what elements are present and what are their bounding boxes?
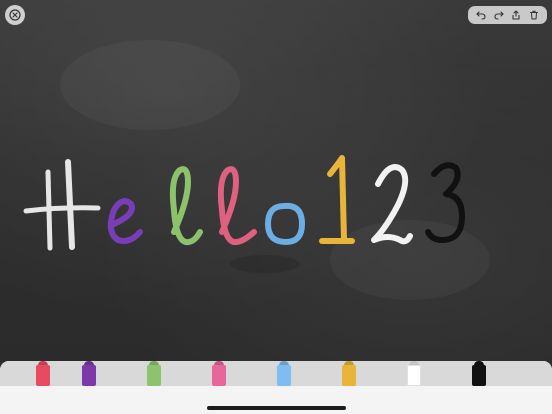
chalk-green[interactable] bbox=[147, 361, 161, 386]
share-icon bbox=[512, 10, 520, 20]
chalk-body bbox=[277, 365, 291, 386]
chalk-body bbox=[36, 365, 50, 386]
char-o bbox=[265, 202, 305, 245]
trash-icon bbox=[530, 10, 539, 20]
handwritten-drawing bbox=[23, 155, 465, 251]
char-H bbox=[23, 159, 101, 251]
chalk-yellow[interactable] bbox=[342, 361, 356, 386]
chalk-body bbox=[342, 365, 356, 386]
chalk-body bbox=[472, 365, 486, 386]
chalk-blue[interactable] bbox=[277, 361, 291, 386]
chalk-body bbox=[82, 365, 96, 386]
char-e bbox=[107, 198, 143, 244]
char-1 bbox=[319, 155, 355, 244]
chalk-black[interactable] bbox=[472, 361, 486, 386]
home-indicator[interactable] bbox=[207, 406, 346, 410]
char-l bbox=[217, 166, 257, 246]
chalk-body bbox=[147, 365, 161, 386]
undo-button[interactable] bbox=[474, 8, 488, 22]
char-2 bbox=[371, 164, 413, 245]
char-l bbox=[169, 166, 203, 246]
close-button[interactable] bbox=[5, 5, 25, 25]
chalk-white[interactable] bbox=[407, 361, 421, 386]
chalk-body bbox=[212, 365, 226, 386]
chalk-body bbox=[407, 365, 421, 386]
redo-button[interactable] bbox=[492, 8, 506, 22]
char-3 bbox=[425, 162, 465, 243]
top-toolbar bbox=[468, 6, 547, 24]
undo-icon bbox=[476, 11, 486, 20]
chalk-purple[interactable] bbox=[82, 361, 96, 386]
chalk-pink[interactable] bbox=[212, 361, 226, 386]
trash-button[interactable] bbox=[527, 8, 541, 22]
close-circle-icon bbox=[9, 9, 21, 21]
share-button[interactable] bbox=[509, 8, 523, 22]
chalk-red[interactable] bbox=[36, 361, 50, 386]
redo-icon bbox=[494, 11, 504, 20]
